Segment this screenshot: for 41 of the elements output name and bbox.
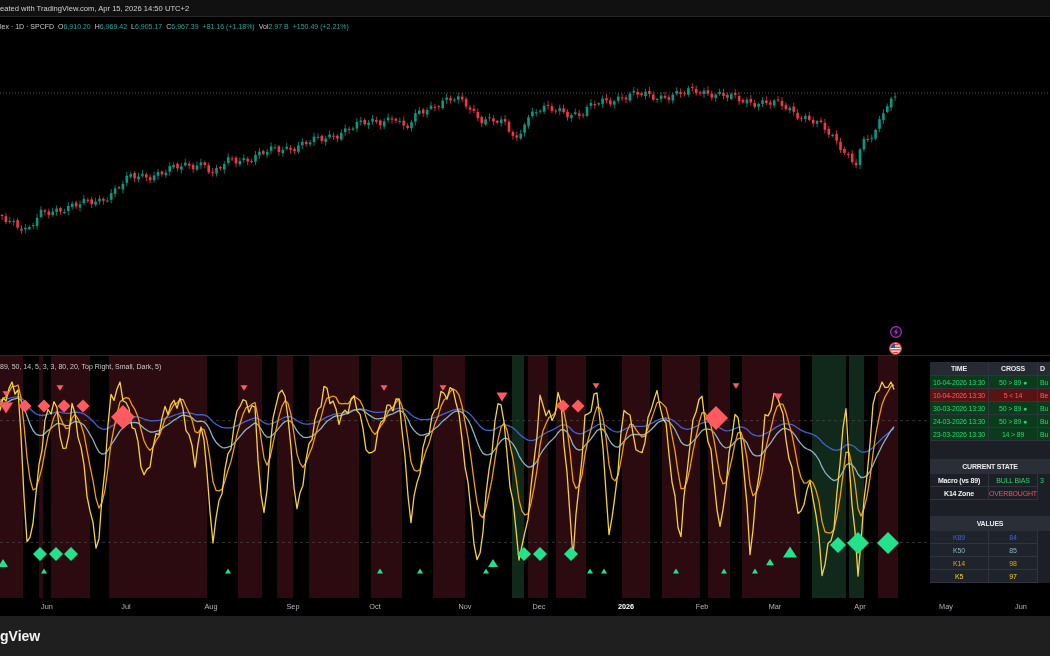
up-triangle-icon <box>377 568 383 574</box>
up-triangle-icon <box>783 546 797 558</box>
diamond-icon <box>517 547 531 561</box>
down-triangle-icon <box>240 385 248 391</box>
down-triangle-icon <box>0 402 13 414</box>
down-triangle-icon <box>2 391 10 397</box>
flag-icon[interactable] <box>889 342 902 355</box>
diamond-icon <box>571 399 585 413</box>
diamond-icon <box>556 399 570 413</box>
lightning-icon[interactable] <box>890 326 902 338</box>
up-triangle-icon <box>601 568 607 574</box>
diamond-icon <box>76 399 90 413</box>
diamond-icon <box>877 532 899 554</box>
up-triangle-icon <box>721 568 727 574</box>
up-triangle-icon <box>417 568 423 574</box>
down-triangle-icon <box>380 385 388 391</box>
down-triangle-icon <box>592 383 600 389</box>
diamond-icon <box>564 547 578 561</box>
up-triangle-icon <box>673 568 679 574</box>
diamond-icon <box>49 547 63 561</box>
up-triangle-icon <box>225 568 231 574</box>
down-triangle-icon <box>56 385 64 391</box>
down-triangle-icon <box>732 383 740 389</box>
up-triangle-icon <box>0 559 8 567</box>
down-triangle-icon <box>439 385 447 391</box>
brand-name: gView <box>0 628 41 644</box>
down-triangle-icon <box>773 393 783 401</box>
diamond-icon <box>18 399 32 413</box>
diamond-icon <box>64 547 78 561</box>
diamond-icon <box>111 405 135 429</box>
up-triangle-icon <box>41 568 47 574</box>
diamond-icon <box>830 537 846 553</box>
diamond-icon <box>57 399 71 413</box>
up-triangle-icon <box>587 568 593 574</box>
diamond-icon <box>533 547 547 561</box>
diamond-icon <box>37 399 51 413</box>
diamond-icon <box>33 547 47 561</box>
diamond-icon <box>704 406 728 430</box>
up-triangle-icon <box>752 568 758 574</box>
diamond-icon <box>847 532 869 554</box>
down-triangle-icon <box>496 392 508 402</box>
